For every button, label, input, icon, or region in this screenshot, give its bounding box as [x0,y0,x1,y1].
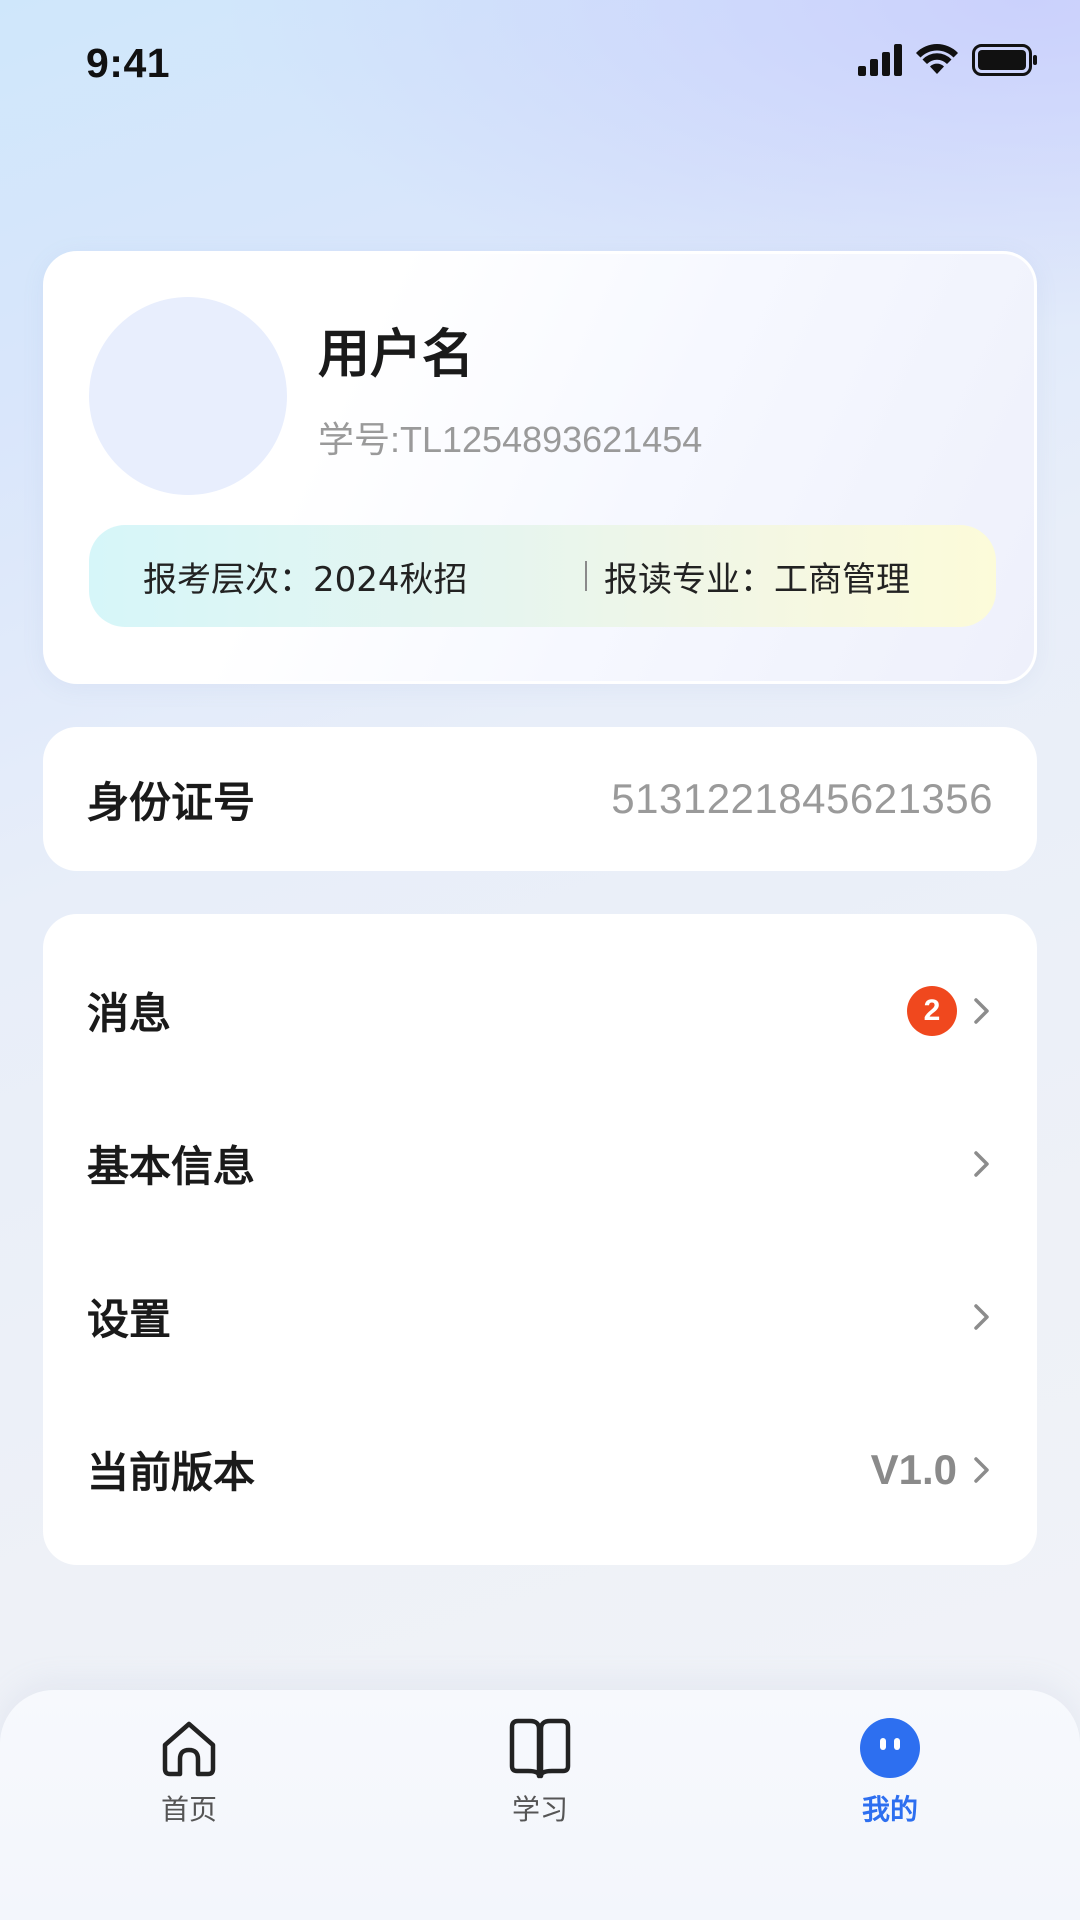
nav-item-study[interactable]: 学习 [470,1716,610,1836]
menu-item-version[interactable]: 当前版本 V1.0 [43,1393,1037,1546]
major: 报读专业：工商管理 [604,559,910,600]
nav-label: 我的 [861,1793,918,1826]
battery-icon [972,44,1037,76]
home-icon [157,1716,221,1780]
unread-badge: 2 [907,985,957,1036]
nav-label: 学习 [511,1793,568,1826]
nav-item-mine[interactable]: 我的 [820,1716,960,1836]
id-number-card: 身份证号 5131221845621356 [43,727,1037,871]
nav-item-home[interactable]: 首页 [119,1716,259,1836]
enrollment-info-pill: 报考层次：2024秋招 报读专业：工商管理 [89,525,996,627]
id-number-value: 5131221845621356 [611,775,993,822]
signal-icon [858,44,902,76]
version-value: V1.0 [870,1445,957,1493]
menu-card: 消息 2 基本信息 设置 当前版本 V1.0 [43,914,1037,1565]
id-number-label: 身份证号 [87,777,256,827]
nav-label: 首页 [160,1793,217,1826]
menu-item-trailing [971,1147,993,1181]
menu-item-label: 当前版本 [87,1448,256,1497]
status-icons [858,44,1038,76]
exam-level: 报考层次：2024秋招 [143,559,468,600]
chevron-right-icon [974,1456,989,1483]
menu-item-messages[interactable]: 消息 2 [43,934,1037,1087]
profile-card: 用户名 学号:TL1254893621454 报考层次：2024秋招 报读专业：… [43,251,1037,684]
avatar[interactable] [89,297,287,495]
menu-item-settings[interactable]: 设置 [43,1240,1037,1393]
profile-face-icon [858,1716,922,1780]
pill-divider [585,561,587,591]
chevron-right-icon [974,1150,989,1177]
menu-item-trailing: 2 [907,985,993,1036]
chevron-right-icon [974,997,989,1024]
menu-item-label: 基本信息 [87,1142,256,1191]
menu-item-trailing [971,1300,993,1334]
wifi-icon [916,44,958,74]
username: 用户名 [318,325,475,385]
book-icon [508,1716,572,1780]
status-time: 9:41 [86,40,171,86]
menu-item-label: 设置 [87,1295,172,1344]
student-id: 学号:TL1254893621454 [318,419,703,460]
status-bar: 9:41 [0,0,1080,130]
chevron-right-icon [974,1303,989,1330]
bottom-nav: 首页 学习 我的 [0,1690,1080,1920]
menu-item-basic-info[interactable]: 基本信息 [43,1087,1037,1240]
menu-item-trailing: V1.0 [871,1446,993,1494]
menu-item-label: 消息 [87,989,172,1038]
